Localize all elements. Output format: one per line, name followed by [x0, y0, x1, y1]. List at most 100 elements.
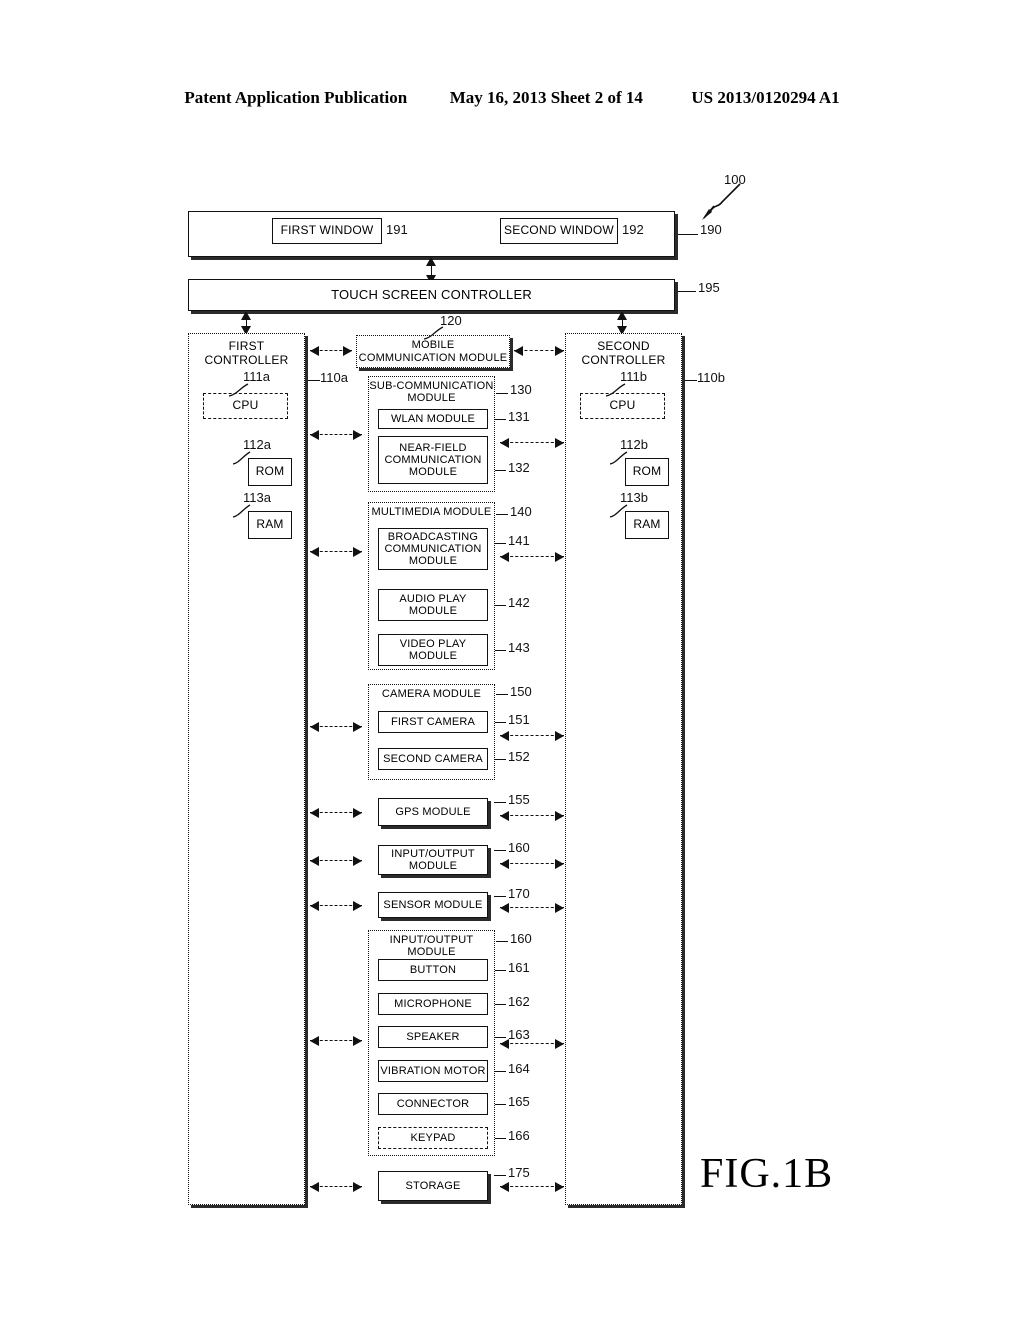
ref-120-text: 120	[440, 313, 462, 328]
ref-132-leader	[494, 470, 506, 471]
first-controller-label-1: FIRST	[228, 339, 265, 353]
ref-164-leader	[494, 1071, 506, 1072]
ref-142-text: 142	[508, 595, 530, 610]
storage: STORAGE	[378, 1171, 488, 1201]
tsc-first-arrow-up	[241, 311, 251, 320]
io-summary-left-arrow-l	[310, 856, 319, 866]
ref-111b-leader	[605, 383, 626, 397]
ref-155-leader	[494, 802, 506, 803]
ref-113a-leader	[232, 504, 251, 518]
nfc-label-3: MODULE	[408, 466, 458, 479]
video-label-2: MODULE	[408, 650, 458, 662]
ref-155: 155	[508, 792, 530, 807]
ref-111a: 111a	[243, 369, 270, 384]
camera-right-arrow-l	[500, 731, 509, 741]
publication-date-sheet: May 16, 2013 Sheet 2 of 14	[449, 88, 643, 107]
video-label-1: VIDEO PLAY	[399, 637, 467, 650]
mobile-comm-right-arrow-r	[555, 346, 564, 356]
sensor-right-arrow-l	[500, 903, 509, 913]
multimedia-label: MULTIMEDIA MODULE	[371, 506, 492, 518]
gps-right-arrow-r	[555, 811, 564, 821]
ref-142-leader	[494, 605, 506, 606]
ref-110b-text: 110b	[697, 370, 725, 385]
rom-second: ROM	[625, 458, 669, 486]
ref-112a-text: 112a	[243, 437, 271, 452]
gps-left-arrow-r	[353, 808, 362, 818]
wlan-module: WLAN MODULE	[378, 409, 488, 429]
ref-160-summary: 160	[508, 840, 530, 855]
ref-160a-leader	[494, 850, 506, 851]
ref-165: 165	[508, 1094, 530, 1109]
rom-first: ROM	[248, 458, 292, 486]
storage-right-arrow-l	[500, 1182, 509, 1192]
figure-label: FIG.1B	[700, 1151, 834, 1197]
ref-164-text: 164	[508, 1061, 530, 1076]
second-controller-label-1: SECOND	[597, 339, 650, 353]
ref-160-detail-text: 160	[510, 931, 532, 946]
io-left-arrow-r	[353, 1036, 362, 1046]
ref-195-text: 195	[698, 280, 720, 295]
nfc-label-2: COMMUNICATION	[384, 453, 482, 466]
multimedia-left-arrow-r	[353, 547, 362, 557]
mobile-comm-label-1: MOBILE	[411, 339, 455, 352]
ref-112b-text: 112b	[620, 437, 648, 452]
gps-module: GPS MODULE	[378, 798, 488, 826]
mobile-comm-left-arrow-r	[343, 346, 352, 356]
ref-160b-leader	[496, 941, 508, 942]
ref-131-text: 131	[508, 409, 530, 424]
ref-132: 132	[508, 460, 530, 475]
storage-left-arrow-l	[310, 1182, 319, 1192]
broadcast-label-2: COMMUNICATION	[384, 542, 482, 555]
publication-title: Patent Application Publication	[184, 88, 408, 107]
storage-left-arrow-r	[353, 1182, 362, 1192]
io-right-arrow-r	[555, 1039, 564, 1049]
ref-175: 175	[508, 1165, 530, 1180]
ref-166: 166	[508, 1128, 530, 1143]
sub-comm-right-arrow-l	[500, 438, 509, 448]
ref-165-text: 165	[508, 1094, 530, 1109]
display-to-tsc-arrow-up	[426, 257, 436, 266]
ref-110a-leader	[306, 380, 320, 381]
speaker: SPEAKER	[378, 1026, 488, 1048]
ref-113a-text: 113a	[243, 490, 271, 505]
ref-140-leader	[496, 514, 508, 515]
camera-right-arrow-r	[555, 731, 564, 741]
sub-comm-label-1: SUB-COMMUNICATION	[369, 380, 494, 392]
ref-151-leader	[494, 722, 506, 723]
mobile-comm-label-2: COMMUNICATION MODULE	[358, 351, 508, 364]
nfc-label-1: NEAR-FIELD	[399, 441, 467, 454]
camera-label: CAMERA MODULE	[381, 688, 482, 700]
ref-110a-text: 110a	[320, 370, 348, 385]
multimedia-right-arrow-l	[500, 552, 509, 562]
ref-170-text: 170	[508, 886, 530, 901]
ref-130-leader	[496, 393, 508, 394]
io-summary-label-2: MODULE	[408, 860, 458, 872]
ref-111a-text: 111a	[243, 369, 270, 384]
ref-111b-text: 111b	[620, 369, 647, 384]
ref-141: 141	[508, 533, 530, 548]
ref-113a: 113a	[243, 490, 271, 505]
ref-162: 162	[508, 994, 530, 1009]
broadcast-label-1: BROADCASTING	[387, 530, 479, 543]
ref-130: 130	[510, 382, 532, 397]
first-controller-label-2: CONTROLLER	[204, 352, 289, 367]
ref-112a-leader	[232, 451, 251, 465]
multimedia-left-arrow-l	[310, 547, 319, 557]
ref-192-text: 192	[622, 222, 644, 237]
ref-120: 120	[440, 313, 462, 328]
ref-191: 191	[386, 222, 408, 237]
multimedia-right-arrow-r	[555, 552, 564, 562]
io-summary-right-arrow-l	[500, 859, 509, 869]
ref-131: 131	[508, 409, 530, 424]
ref-160-detail: 160	[510, 931, 532, 946]
sensor-module: SENSOR MODULE	[378, 892, 488, 918]
ref-155-text: 155	[508, 792, 530, 807]
ref-143: 143	[508, 640, 530, 655]
second-camera: SECOND CAMERA	[378, 748, 488, 770]
second-window[interactable]: SECOND WINDOW	[500, 218, 618, 244]
ref-175-text: 175	[508, 1165, 530, 1180]
io-summary-right-arrow-r	[555, 859, 564, 869]
first-window[interactable]: FIRST WINDOW	[272, 218, 382, 244]
audio-play-module: AUDIO PLAY MODULE	[378, 589, 488, 621]
ref-143-text: 143	[508, 640, 530, 655]
